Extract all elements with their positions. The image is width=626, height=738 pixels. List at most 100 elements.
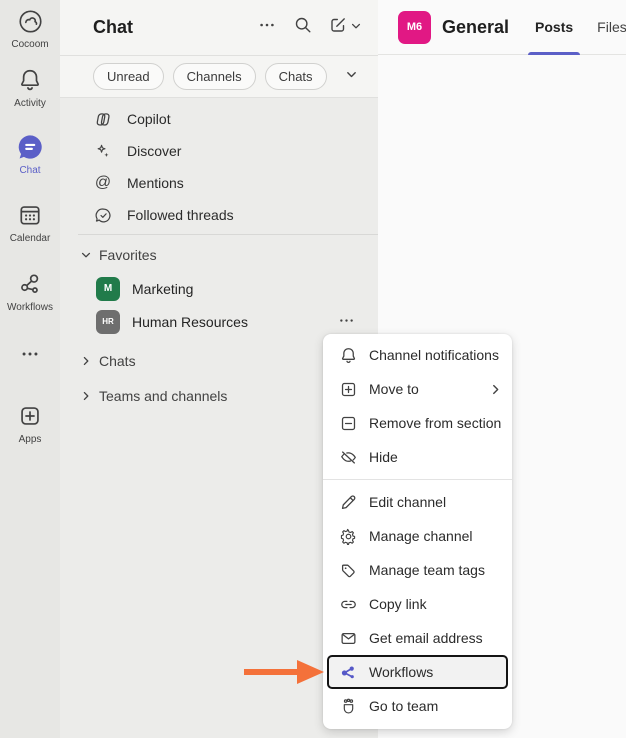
- edit-pencil-icon: [338, 492, 358, 512]
- rail-item-cocoom[interactable]: Cocoom: [11, 6, 48, 50]
- email-icon: [338, 628, 358, 648]
- rail-item-chat[interactable]: Chat: [15, 132, 45, 176]
- menu-item-channel-notifications[interactable]: Channel notifications: [323, 338, 512, 372]
- team-avatar[interactable]: M6: [398, 11, 431, 44]
- search-icon: [293, 15, 313, 40]
- tag-icon: [338, 560, 358, 580]
- menu-item-copy-link[interactable]: Copy link: [323, 587, 512, 621]
- teams-app-window: Cocoom Activity Chat Calendar Workflows: [0, 0, 626, 738]
- list-item-discover[interactable]: Discover: [60, 135, 378, 167]
- channel-header: M6 General Posts Files: [378, 0, 626, 55]
- section-header-label: Favorites: [99, 247, 157, 263]
- workflows-icon: [15, 269, 45, 299]
- collapse-filters-button[interactable]: [340, 66, 362, 88]
- chevron-down-icon: [350, 19, 362, 37]
- rail-item-more[interactable]: [15, 339, 45, 369]
- new-chat-button[interactable]: [328, 15, 362, 40]
- menu-item-label: Remove from section: [369, 415, 501, 431]
- channel-tabs: Posts Files: [525, 0, 626, 55]
- menu-item-get-email-address[interactable]: Get email address: [323, 621, 512, 655]
- menu-item-label: Hide: [369, 449, 398, 465]
- rail-item-label: Calendar: [10, 233, 51, 244]
- rail-item-label: Apps: [19, 434, 42, 445]
- followed-threads-icon: [93, 205, 113, 225]
- menu-item-label: Move to: [369, 381, 419, 397]
- remove-from-section-icon: [338, 413, 358, 433]
- section-header-label: Teams and channels: [99, 388, 227, 404]
- menu-item-edit-channel[interactable]: Edit channel: [323, 485, 512, 519]
- rail-item-activity[interactable]: Activity: [14, 65, 46, 109]
- search-button[interactable]: [292, 17, 314, 39]
- rail-item-calendar[interactable]: Calendar: [10, 200, 51, 244]
- chat-bubble-icon: [15, 132, 45, 162]
- menu-item-label: Workflows: [369, 664, 433, 680]
- tab-posts[interactable]: Posts: [525, 0, 583, 55]
- ellipsis-icon: [337, 311, 356, 333]
- filter-pill-chats[interactable]: Chats: [265, 63, 327, 90]
- menu-item-workflows[interactable]: Workflows: [327, 655, 508, 689]
- rail-item-apps[interactable]: Apps: [15, 401, 45, 445]
- sparkle-icon: [93, 141, 113, 161]
- menu-item-label: Get email address: [369, 630, 483, 646]
- list-item-label: Copilot: [127, 111, 171, 127]
- menu-item-manage-team-tags[interactable]: Manage team tags: [323, 553, 512, 587]
- settings-gear-icon: [338, 526, 358, 546]
- menu-item-label: Channel notifications: [369, 347, 499, 363]
- menu-item-remove-from-section[interactable]: Remove from section: [323, 406, 512, 440]
- bell-icon: [15, 65, 45, 95]
- hide-eye-off-icon: [338, 447, 358, 467]
- list-item-label: Mentions: [127, 175, 184, 191]
- channel-row-marketing[interactable]: M Marketing: [60, 272, 378, 305]
- page-title: Chat: [93, 17, 133, 38]
- menu-item-manage-channel[interactable]: Manage channel: [323, 519, 512, 553]
- filter-pill-channels[interactable]: Channels: [173, 63, 256, 90]
- ellipsis-icon: [257, 15, 277, 40]
- channel-context-menu: Channel notifications Move to Remove fro…: [323, 334, 512, 729]
- channel-title: General: [442, 17, 509, 38]
- calendar-icon: [15, 200, 45, 230]
- section-header-favorites[interactable]: Favorites: [60, 237, 378, 272]
- channel-options-button[interactable]: [337, 311, 356, 333]
- ellipsis-icon: [15, 339, 45, 369]
- chevron-right-icon: [80, 355, 92, 367]
- workflows-colored-icon: [338, 662, 358, 682]
- tab-files[interactable]: Files: [587, 0, 626, 55]
- list-item-mentions[interactable]: @ Mentions: [60, 167, 378, 199]
- chat-panel-header: Chat: [60, 0, 378, 55]
- rail-item-label: Workflows: [7, 302, 53, 313]
- menu-item-hide[interactable]: Hide: [323, 440, 512, 474]
- list-item-label: Discover: [127, 143, 181, 159]
- menu-item-label: Manage channel: [369, 528, 473, 544]
- menu-divider: [323, 479, 512, 480]
- mentions-at-icon: @: [93, 173, 113, 193]
- app-rail: Cocoom Activity Chat Calendar Workflows: [0, 0, 60, 738]
- channel-avatar: M: [96, 277, 120, 301]
- rail-item-label: Activity: [14, 98, 46, 109]
- menu-item-label: Copy link: [369, 596, 427, 612]
- list-item-followed-threads[interactable]: Followed threads: [60, 199, 378, 231]
- chevron-down-icon: [345, 68, 358, 86]
- chat-options-button[interactable]: [256, 17, 278, 39]
- chevron-right-icon: [489, 383, 502, 396]
- menu-item-go-to-team[interactable]: Go to team: [323, 689, 512, 723]
- menu-item-label: Manage team tags: [369, 562, 485, 578]
- link-icon: [338, 594, 358, 614]
- channel-name: Human Resources: [132, 314, 248, 330]
- channel-avatar: HR: [96, 310, 120, 334]
- section-header-label: Chats: [99, 353, 136, 369]
- list-item-copilot[interactable]: Copilot: [60, 103, 378, 135]
- apps-icon: [15, 401, 45, 431]
- menu-item-label: Go to team: [369, 698, 438, 714]
- menu-item-label: Edit channel: [369, 494, 446, 510]
- filter-pills-row: Unread Channels Chats: [60, 55, 378, 98]
- menu-item-move-to[interactable]: Move to: [323, 372, 512, 406]
- team-icon: [338, 696, 358, 716]
- cocoom-logo-icon: [15, 6, 45, 36]
- copilot-icon: [93, 109, 113, 129]
- rail-item-label: Cocoom: [11, 39, 48, 50]
- list-item-label: Followed threads: [127, 207, 234, 223]
- compose-icon: [328, 15, 348, 40]
- section-divider: [78, 234, 378, 235]
- rail-item-workflows[interactable]: Workflows: [7, 269, 53, 313]
- filter-pill-unread[interactable]: Unread: [93, 63, 164, 90]
